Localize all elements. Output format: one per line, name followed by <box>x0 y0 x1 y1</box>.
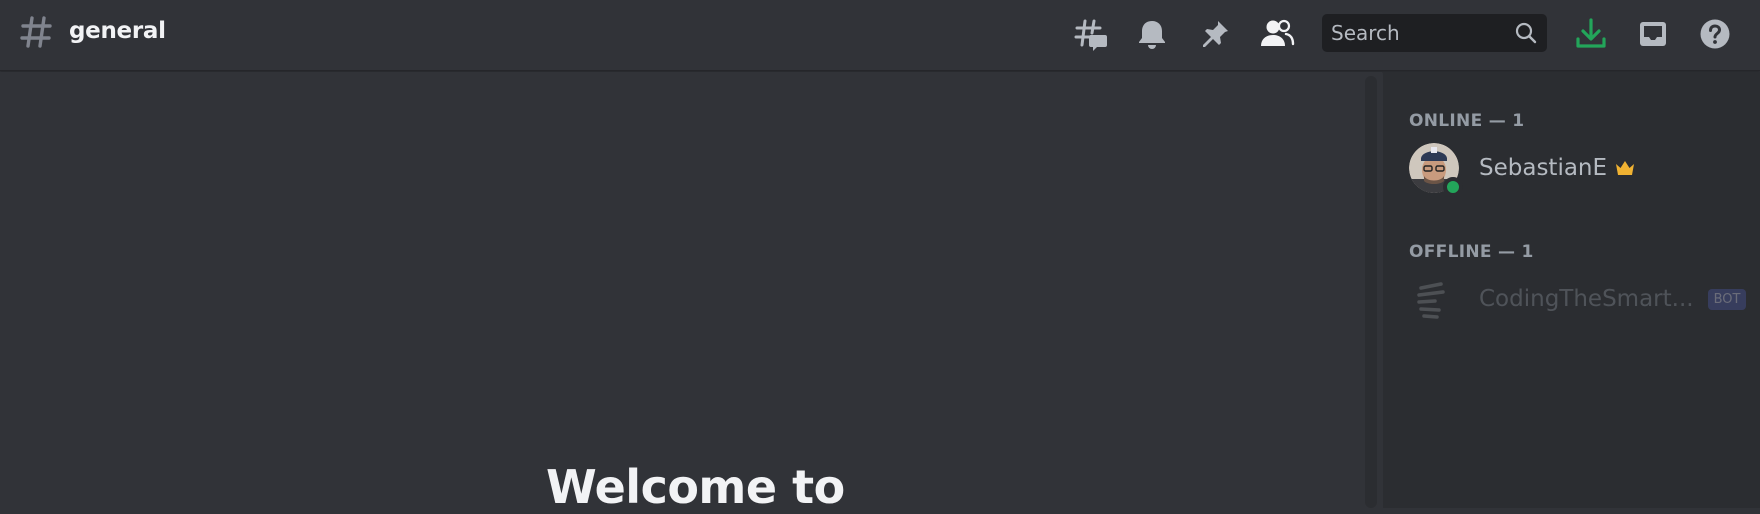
bot-avatar-icon <box>1417 282 1445 319</box>
avatar <box>1409 143 1463 197</box>
search-placeholder: Search <box>1331 21 1400 45</box>
help-icon[interactable] <box>1697 16 1733 52</box>
crown-icon <box>1616 161 1635 175</box>
welcome-heading: Welcome to <box>546 460 845 514</box>
download-icon[interactable] <box>1573 16 1609 52</box>
member-name: CodingTheSmart... <box>1479 286 1694 312</box>
hash-icon <box>20 16 52 48</box>
channel-name: general <box>69 18 166 44</box>
online-status-indicator <box>1443 177 1463 197</box>
member-name: SebastianE <box>1479 155 1608 181</box>
avatar <box>1409 274 1459 324</box>
members-icon[interactable] <box>1259 16 1295 52</box>
inbox-icon[interactable] <box>1635 16 1671 52</box>
offline-section-title: OFFLINE — 1 <box>1409 242 1534 262</box>
channel-header: general Search <box>0 0 1760 71</box>
bell-icon[interactable] <box>1134 16 1170 52</box>
chat-scrollbar[interactable] <box>1365 76 1377 508</box>
online-section-title: ONLINE — 1 <box>1409 111 1525 131</box>
chat-area <box>0 72 1382 508</box>
search-icon <box>1515 22 1537 44</box>
member-list: ONLINE — 1 SebastianE OFFLINE — 1 Coding… <box>1383 72 1760 508</box>
member-item[interactable]: CodingTheSmart... BOT <box>1409 272 1749 326</box>
search-input[interactable]: Search <box>1322 14 1547 52</box>
pin-icon[interactable] <box>1197 16 1233 52</box>
member-item[interactable]: SebastianE <box>1409 141 1749 197</box>
bot-badge: BOT <box>1707 288 1747 310</box>
threads-icon[interactable] <box>1073 16 1109 52</box>
